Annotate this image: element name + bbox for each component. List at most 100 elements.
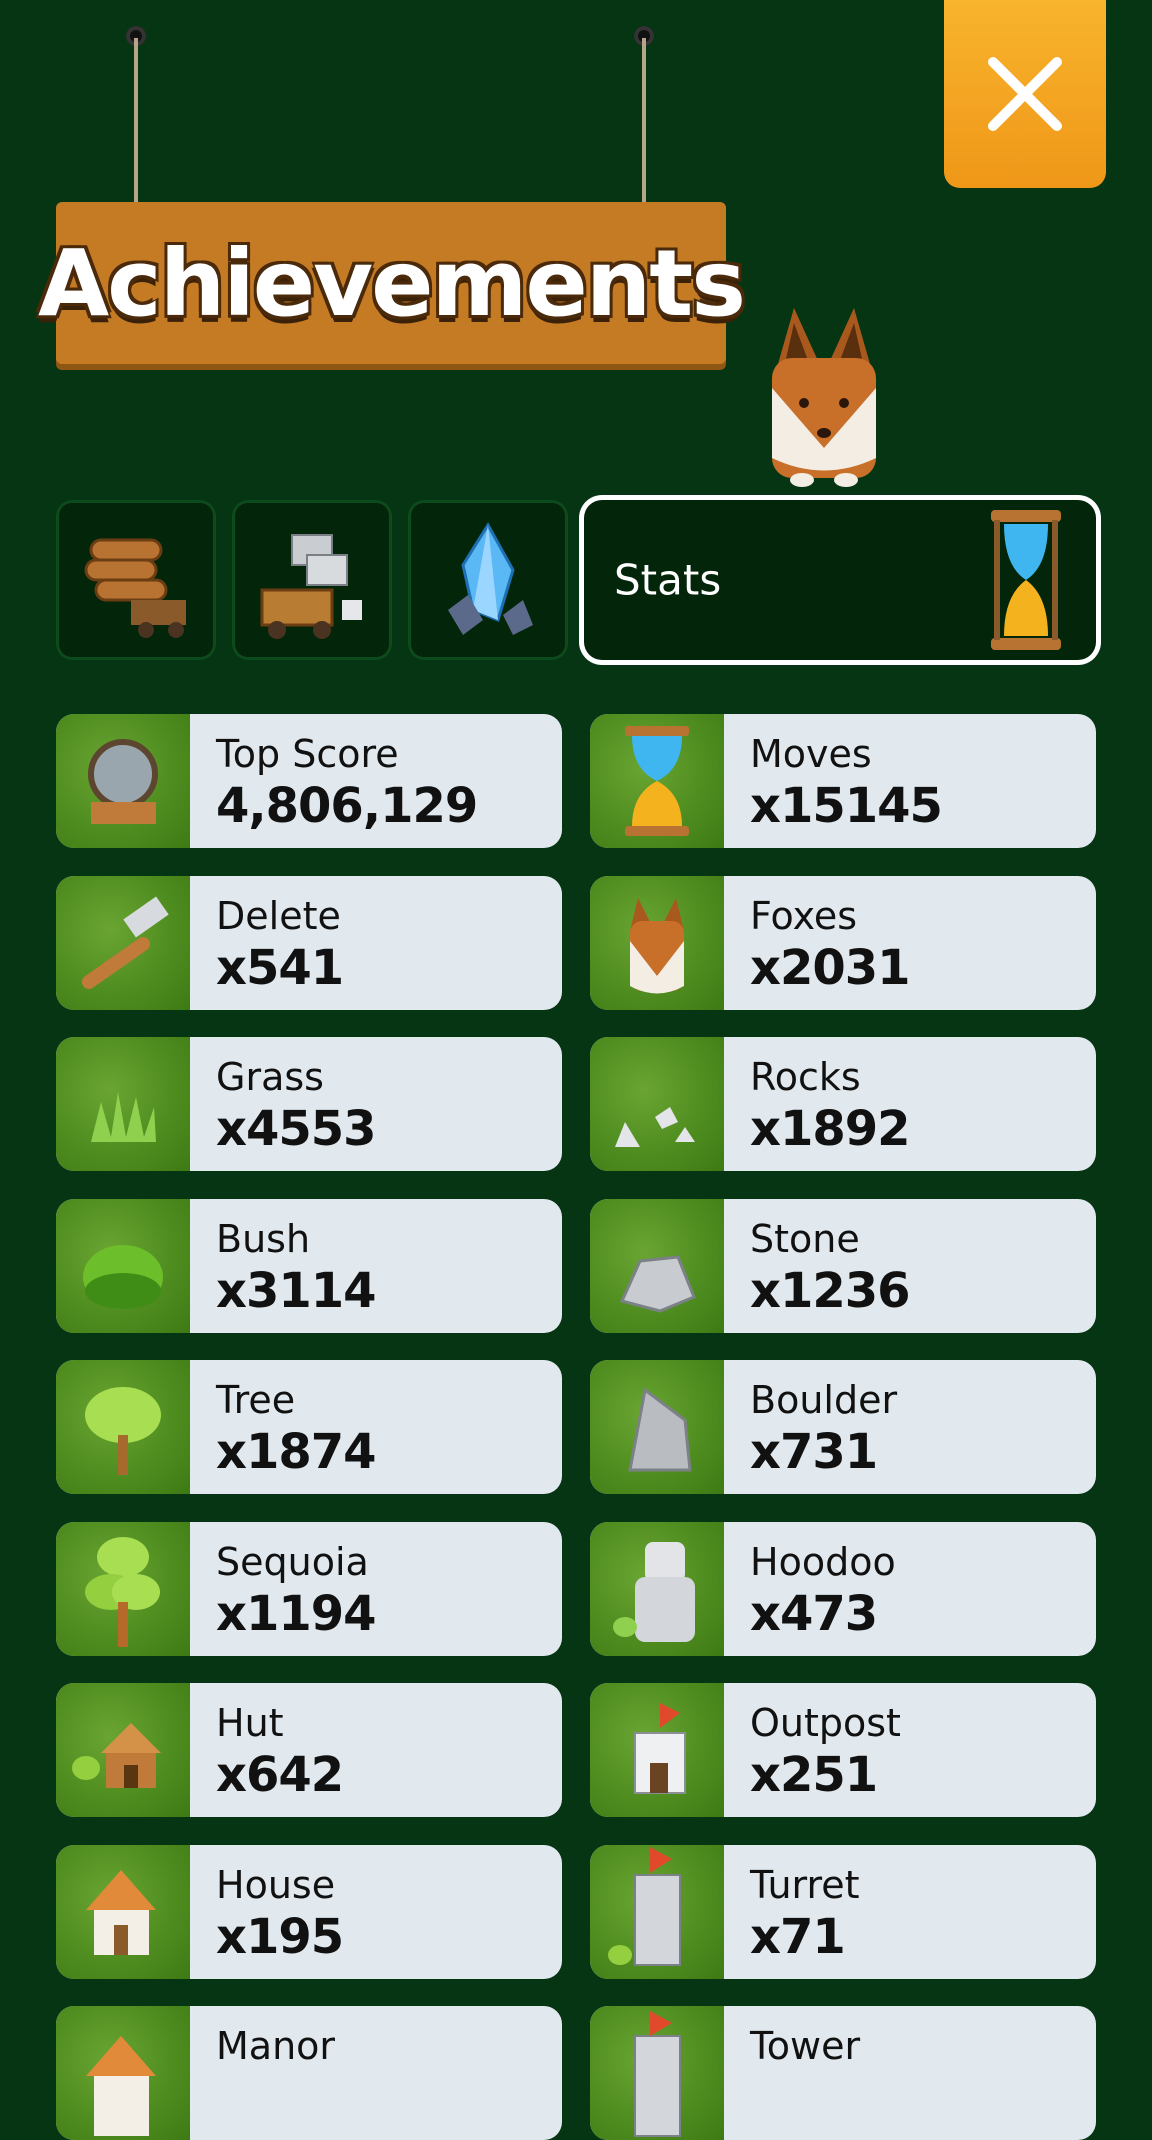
boulder-icon bbox=[628, 1387, 692, 1472]
tab-stats[interactable]: Stats bbox=[584, 500, 1096, 660]
stat-label: Turret bbox=[750, 1862, 860, 1907]
bush-icon bbox=[83, 1244, 163, 1309]
stat-label: Delete bbox=[216, 893, 341, 938]
stat-value: x642 bbox=[216, 1747, 344, 1803]
stat-thumbnail bbox=[56, 875, 190, 1010]
stat-thumbnail bbox=[56, 1683, 190, 1817]
stat-label: Hut bbox=[216, 1701, 284, 1745]
stat-value: 4,806,129 bbox=[216, 778, 478, 834]
stat-label: House bbox=[216, 1862, 336, 1907]
stat-value: x1194 bbox=[216, 1585, 377, 1642]
grass-icon bbox=[91, 1092, 156, 1142]
tab-wood[interactable] bbox=[56, 500, 216, 660]
stat-label: Tree bbox=[216, 1378, 296, 1422]
stat-thumbnail bbox=[590, 714, 724, 848]
stat-thumbnail bbox=[56, 1521, 190, 1656]
turret-icon bbox=[608, 1846, 681, 1966]
rope-right bbox=[642, 38, 646, 204]
stat-card-stone: Stone x1236 bbox=[590, 1198, 1096, 1333]
page-title: Achievements bbox=[37, 229, 746, 337]
stat-card-moves: Moves x15145 bbox=[590, 714, 1096, 848]
stat-label: Sequoia bbox=[216, 1539, 369, 1584]
stat-label: Moves bbox=[750, 732, 872, 776]
stat-thumbnail bbox=[56, 1037, 190, 1171]
fox-icon bbox=[630, 897, 684, 993]
stat-card-bush: Bush x3114 bbox=[56, 1198, 562, 1333]
stat-value: x1892 bbox=[750, 1101, 911, 1157]
stat-value: x15145 bbox=[750, 778, 943, 834]
stat-thumbnail bbox=[56, 1198, 190, 1333]
stat-card-manor: Manor bbox=[56, 2006, 562, 2140]
rocks-icon bbox=[615, 1107, 695, 1147]
stat-card-boulder: Boulder x731 bbox=[590, 1360, 1096, 1494]
hammer-icon bbox=[81, 896, 169, 989]
stat-value: x71 bbox=[750, 1908, 846, 1965]
stat-thumbnail bbox=[56, 1844, 190, 1979]
stat-label: Manor bbox=[216, 2024, 336, 2068]
stone-icon bbox=[619, 1254, 696, 1313]
stat-card-hoodoo: Hoodoo x473 bbox=[590, 1521, 1096, 1656]
stat-value: x731 bbox=[750, 1424, 878, 1480]
sequoia-icon bbox=[85, 1536, 160, 1647]
stat-card-turret: Turret x71 bbox=[590, 1844, 1096, 1979]
close-icon bbox=[988, 57, 1062, 131]
stat-thumbnail bbox=[590, 875, 724, 1010]
stat-label: Bush bbox=[216, 1216, 311, 1261]
stat-value: x4553 bbox=[216, 1101, 377, 1157]
stat-value: x1874 bbox=[216, 1424, 377, 1480]
stat-label: Stone bbox=[750, 1216, 860, 1261]
stat-label: Top Score bbox=[216, 732, 399, 776]
stat-card-top-score: Top Score 4,806,129 bbox=[56, 714, 562, 848]
stat-thumbnail bbox=[56, 2006, 190, 2140]
stat-value: x473 bbox=[750, 1585, 878, 1642]
stat-card-grass: Grass x4553 bbox=[56, 1037, 562, 1171]
stat-card-hut: Hut x642 bbox=[56, 1683, 562, 1817]
stat-card-tower: Tower bbox=[590, 2006, 1096, 2140]
close-button[interactable] bbox=[944, 0, 1106, 188]
stat-thumbnail bbox=[590, 1360, 724, 1494]
stone-blocks-cart-icon bbox=[260, 534, 362, 639]
stat-card-tree: Tree x1874 bbox=[56, 1360, 562, 1494]
tab-stats-label: Stats bbox=[614, 555, 722, 605]
stat-card-sequoia: Sequoia x1194 bbox=[56, 1521, 562, 1656]
stat-card-rocks: Rocks x1892 bbox=[590, 1037, 1096, 1171]
manor-icon bbox=[86, 2036, 156, 2136]
house-icon bbox=[86, 1869, 156, 1955]
stat-label: Hoodoo bbox=[750, 1539, 896, 1584]
logs-cart-icon bbox=[84, 538, 186, 638]
stat-thumbnail bbox=[56, 714, 190, 848]
stat-label: Outpost bbox=[750, 1701, 901, 1745]
stat-thumbnail bbox=[590, 1844, 724, 1979]
title-sign: Achievements bbox=[38, 202, 746, 364]
tower-icon bbox=[634, 2011, 681, 2137]
stat-label: Foxes bbox=[750, 893, 858, 938]
cannon-icon bbox=[88, 739, 158, 824]
stat-value: x3114 bbox=[216, 1262, 377, 1319]
stat-value: x195 bbox=[216, 1908, 344, 1965]
stat-value: x541 bbox=[216, 939, 344, 996]
rope-left bbox=[134, 38, 138, 204]
tab-crystal[interactable] bbox=[408, 500, 568, 660]
tree-icon bbox=[85, 1387, 161, 1475]
stat-thumbnail bbox=[590, 1037, 724, 1171]
stat-value: x1236 bbox=[750, 1262, 911, 1319]
stat-card-foxes: Foxes x2031 bbox=[590, 875, 1096, 1010]
stat-thumbnail bbox=[56, 1360, 190, 1494]
tab-stone[interactable] bbox=[232, 500, 392, 660]
hourglass-icon bbox=[991, 510, 1061, 650]
stat-thumbnail bbox=[590, 1521, 724, 1656]
hoodoo-icon bbox=[613, 1541, 695, 1642]
stat-card-delete: Delete x541 bbox=[56, 875, 562, 1010]
stat-card-outpost: Outpost x251 bbox=[590, 1683, 1096, 1817]
stat-thumbnail bbox=[590, 1198, 724, 1333]
fox-mascot bbox=[772, 308, 876, 487]
stat-label: Grass bbox=[216, 1055, 324, 1099]
stat-thumbnail bbox=[590, 1683, 724, 1817]
stat-value: x251 bbox=[750, 1747, 878, 1803]
stat-card-house: House x195 bbox=[56, 1844, 562, 1979]
outpost-icon bbox=[634, 1703, 686, 1794]
hourglass-icon bbox=[625, 726, 689, 836]
stat-label: Tower bbox=[750, 2024, 861, 2068]
stat-value: x2031 bbox=[750, 939, 911, 996]
stat-label: Boulder bbox=[750, 1378, 898, 1422]
